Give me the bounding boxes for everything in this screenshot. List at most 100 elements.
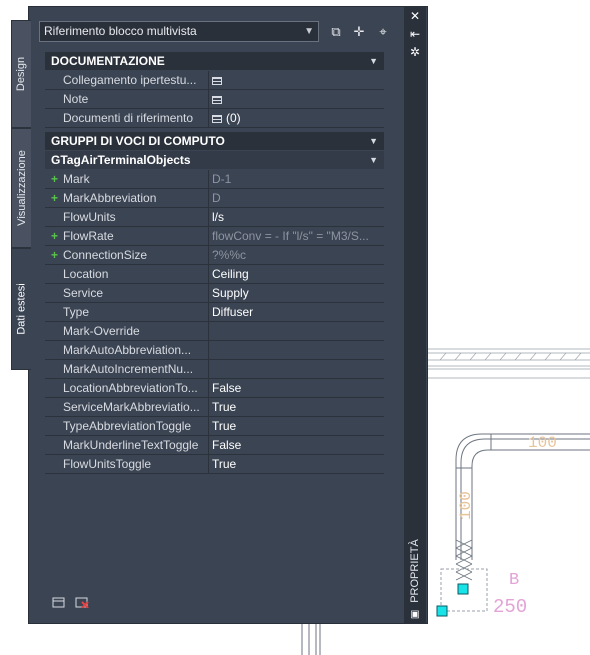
- property-value[interactable]: True: [212, 398, 382, 416]
- property-value[interactable]: False: [212, 436, 382, 454]
- property-row[interactable]: FlowUnits l/s: [45, 208, 384, 227]
- selection-dropdown[interactable]: Riferimento blocco multivista ▼: [39, 21, 319, 42]
- property-value[interactable]: [212, 71, 382, 89]
- quick-select-icon[interactable]: ⧉: [327, 23, 345, 41]
- property-row[interactable]: FlowUnitsToggle True: [45, 455, 384, 474]
- selection-dropdown-value: Riferimento blocco multivista: [44, 24, 197, 38]
- plus-icon: +: [51, 248, 59, 262]
- property-name: Location: [63, 265, 209, 283]
- dimension-label-top: 100: [528, 434, 557, 452]
- tag-value: 250: [493, 596, 527, 618]
- property-name: MarkAutoAbbreviation...: [63, 341, 209, 359]
- side-tab-label: Design: [15, 56, 28, 92]
- property-row[interactable]: MarkAutoAbbreviation...: [45, 341, 384, 360]
- property-row[interactable]: + MarkAbbreviation D: [45, 189, 384, 208]
- property-value[interactable]: ?%%c: [212, 246, 382, 264]
- property-row[interactable]: ServiceMarkAbbreviatio... True: [45, 398, 384, 417]
- dimension-label-side: 100: [457, 491, 475, 520]
- property-value[interactable]: True: [212, 417, 382, 435]
- side-tab-label: Dati estesi: [15, 283, 28, 335]
- collapse-icon: ▼: [369, 56, 378, 66]
- property-name: FlowUnitsToggle: [63, 455, 209, 473]
- property-value[interactable]: l/s: [212, 208, 382, 226]
- property-value[interactable]: [212, 360, 382, 378]
- duct-elbow: [455, 433, 590, 560]
- collapse-icon: ▼: [369, 136, 378, 146]
- table-icon: [212, 96, 222, 104]
- property-row[interactable]: + Mark D-1: [45, 170, 384, 189]
- grip-center[interactable]: [457, 583, 469, 595]
- property-row[interactable]: LocationAbbreviationTo... False: [45, 379, 384, 398]
- auto-hide-icon[interactable]: ⇤: [407, 27, 423, 41]
- property-value[interactable]: False: [212, 379, 382, 397]
- section-title: GRUPPI DI VOCI DI COMPUTO: [51, 134, 225, 148]
- subsection-title: GTagAirTerminalObjects: [51, 153, 191, 167]
- property-row[interactable]: + FlowRate flowConv = - If "l/s" = "M3/S..…: [45, 227, 384, 246]
- property-name: Mark: [63, 170, 209, 188]
- property-value[interactable]: [212, 90, 382, 108]
- property-name: MarkAutoIncrementNu...: [63, 360, 209, 378]
- property-name: MarkUnderlineTextToggle: [63, 436, 209, 454]
- select-objects-icon[interactable]: ⌖: [374, 23, 392, 41]
- plus-icon: +: [51, 172, 59, 186]
- side-tab-design[interactable]: Design: [11, 20, 31, 128]
- property-value[interactable]: Ceiling: [212, 265, 382, 283]
- subsection-gtag[interactable]: GTagAirTerminalObjects ▼: [45, 151, 384, 169]
- palette-title-strip: ✕ ⇤ ✲ PROPRIETÀ ▣: [404, 6, 426, 624]
- property-name: TypeAbbreviationToggle: [63, 417, 209, 435]
- property-row[interactable]: + ConnectionSize ?%%c: [45, 246, 384, 265]
- property-value[interactable]: [212, 322, 382, 340]
- property-value[interactable]: flowConv = - If "l/s" = "M3/S...: [212, 227, 382, 245]
- palette-menu-icon[interactable]: ▣: [407, 608, 423, 622]
- property-value[interactable]: True: [212, 455, 382, 473]
- palette-title: PROPRIETÀ: [409, 539, 422, 603]
- property-row[interactable]: Mark-Override: [45, 322, 384, 341]
- tag-letter: B: [509, 571, 519, 590]
- property-row[interactable]: MarkUnderlineTextToggle False: [45, 436, 384, 455]
- property-name: Type: [63, 303, 209, 321]
- property-value[interactable]: Supply: [212, 284, 382, 302]
- property-value-text: (0): [226, 111, 241, 125]
- property-name: Collegamento ipertestu...: [63, 71, 209, 89]
- property-value[interactable]: D-1: [212, 170, 382, 188]
- property-name: FlowRate: [63, 227, 209, 245]
- side-tab-label: Visualizzazione: [15, 150, 28, 226]
- pick-add-icon[interactable]: ✛: [350, 23, 368, 41]
- property-name: LocationAbbreviationTo...: [63, 379, 209, 397]
- grip-corner[interactable]: [436, 605, 448, 617]
- collapse-icon: ▼: [369, 155, 378, 165]
- settings-icon[interactable]: ✲: [407, 45, 423, 59]
- new-property-set-icon[interactable]: [52, 596, 66, 608]
- section-title: DOCUMENTAZIONE: [51, 54, 165, 68]
- property-name: Note: [63, 90, 209, 108]
- property-row[interactable]: Note: [45, 90, 384, 109]
- property-row[interactable]: Service Supply: [45, 284, 384, 303]
- table-icon: [212, 77, 222, 85]
- property-value[interactable]: D: [212, 189, 382, 207]
- remove-property-set-icon[interactable]: [75, 596, 89, 608]
- property-name: Mark-Override: [63, 322, 209, 340]
- section-documentazione[interactable]: DOCUMENTAZIONE ▼: [45, 52, 384, 70]
- side-tab-visualizzazione[interactable]: Visualizzazione: [11, 128, 31, 248]
- chevron-down-icon: ▼: [304, 26, 314, 37]
- property-name: ConnectionSize: [63, 246, 209, 264]
- property-name: MarkAbbreviation: [63, 189, 209, 207]
- section-gruppi-voci[interactable]: GRUPPI DI VOCI DI COMPUTO ▼: [45, 132, 384, 150]
- property-row[interactable]: Location Ceiling: [45, 265, 384, 284]
- property-row[interactable]: MarkAutoIncrementNu...: [45, 360, 384, 379]
- property-value[interactable]: Diffuser: [212, 303, 382, 321]
- property-name: FlowUnits: [63, 208, 209, 226]
- property-value[interactable]: [212, 341, 382, 359]
- property-name: Service: [63, 284, 209, 302]
- close-icon[interactable]: ✕: [407, 9, 423, 23]
- property-value[interactable]: (0): [212, 109, 382, 127]
- side-tab-dati-estesi[interactable]: Dati estesi: [11, 248, 31, 370]
- property-row[interactable]: Documenti di riferimento (0): [45, 109, 384, 128]
- property-name: Documenti di riferimento: [63, 109, 209, 127]
- property-row[interactable]: TypeAbbreviationToggle True: [45, 417, 384, 436]
- property-row[interactable]: Collegamento ipertestu...: [45, 71, 384, 90]
- property-row[interactable]: Type Diffuser: [45, 303, 384, 322]
- table-icon: [212, 115, 222, 123]
- plus-icon: +: [51, 191, 59, 205]
- property-name: ServiceMarkAbbreviatio...: [63, 398, 209, 416]
